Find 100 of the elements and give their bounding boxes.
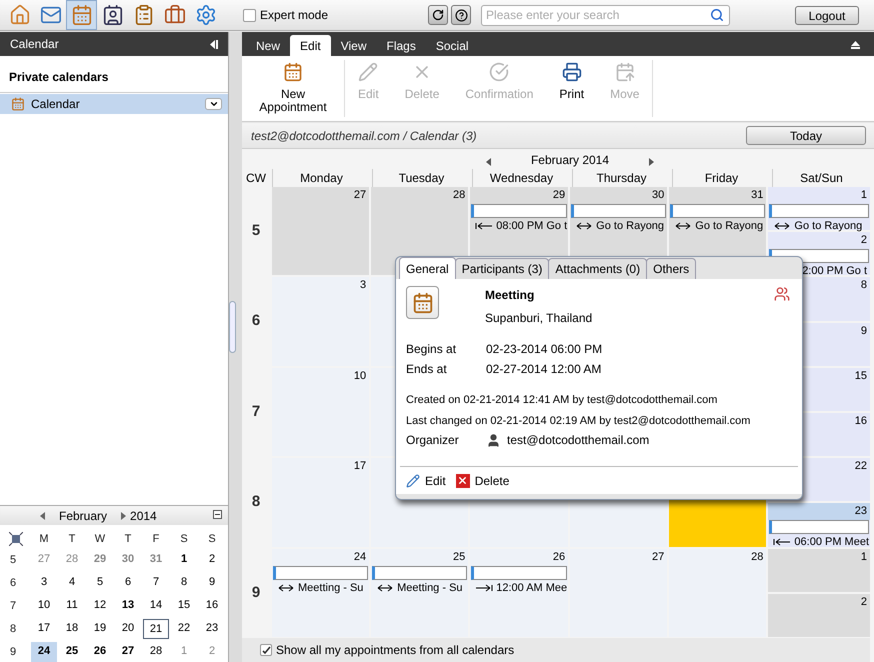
mini-calendar-day[interactable]: 19 [87,619,113,639]
new-icon [283,62,303,82]
weekday-label: S [179,532,189,547]
show-all-checkbox[interactable] [260,644,272,656]
popup-tab[interactable]: Attachments (0) [548,258,648,279]
collapse-ribbon-icon[interactable] [851,41,860,49]
mini-calendar-day[interactable]: 24 [31,642,57,662]
ribbon-tab[interactable]: Edit [290,35,331,56]
logout-button[interactable]: Logout [795,6,859,24]
mini-calendar-day[interactable]: 28 [143,642,169,662]
edit-button[interactable]: Edit [406,472,446,490]
event-title[interactable]: Go to Rayong [596,218,664,234]
mini-calendar-day[interactable]: 2 [199,642,225,662]
mini-calendar-day[interactable]: 27 [115,642,141,662]
event-bar[interactable] [273,566,368,580]
participants-icon[interactable] [774,286,790,302]
mini-calendar-day[interactable]: 13 [115,596,141,616]
mini-calendar-day[interactable]: 7 [143,573,169,593]
mini-calendar-day[interactable]: 29 [87,550,113,570]
event-bar[interactable] [372,566,468,580]
weekday-label: M [38,532,50,547]
mini-calendar-day[interactable]: 26 [87,642,113,662]
ribbon-tab[interactable]: View [330,35,376,56]
mini-calendar-day[interactable]: 31 [143,550,169,570]
popup-tab[interactable]: Others [646,258,696,279]
toolbar-button[interactable]: Print [546,56,598,121]
event-title[interactable]: Go to Rayong [695,218,764,234]
expand-icon[interactable] [9,532,23,546]
toolbar-button[interactable]: New Appointment [242,56,344,121]
day-cell[interactable]: 17 [272,458,370,547]
field-value: 02-23-2014 06:00 PM [486,341,604,358]
mini-calendar-day[interactable]: 18 [59,619,85,639]
day-cell[interactable]: 27 [570,548,668,637]
day-cell[interactable]: 28 [669,548,766,637]
day-cell[interactable]: 1 [768,548,870,592]
next-month-icon[interactable] [121,512,126,520]
mini-calendar-day[interactable]: 6 [115,573,141,593]
mini-calendar-day[interactable]: 28 [59,550,85,570]
day-cell[interactable]: 10 [272,368,370,456]
expert-mode-checkbox[interactable] [243,8,256,22]
mini-calendar-day[interactable]: 1 [171,550,197,570]
mini-calendar-day[interactable]: 4 [59,573,85,593]
mini-calendar-day[interactable]: 1 [171,642,197,662]
mini-calendar-day[interactable]: 17 [31,619,57,639]
mini-calendar-day[interactable]: 15 [171,596,197,616]
event-bar[interactable] [670,204,766,218]
mini-calendar-day[interactable]: 11 [59,596,85,616]
day-cell[interactable]: 3 [272,277,370,366]
event-title[interactable]: Meetting - Su [298,580,364,596]
mini-calendar-day[interactable]: 27 [31,550,57,570]
search-icon[interactable] [710,8,724,22]
mini-calendar-day[interactable]: 5 [87,573,113,593]
mini-calendar-day[interactable]: 20 [115,619,141,639]
calendar-item[interactable]: Calendar [0,94,228,114]
event-title[interactable]: 12:00 AM Mee [496,580,568,596]
today-button[interactable]: Today [746,126,866,145]
event-title[interactable]: Meetting - Su [397,580,463,596]
mini-calendar-day[interactable]: 14 [143,596,169,616]
previous-month-icon[interactable] [486,158,491,166]
event-bar[interactable] [769,520,869,534]
mini-calendar-day[interactable]: 10 [31,596,57,616]
ribbon-tab[interactable]: New [246,35,290,56]
mini-calendar-day[interactable]: 9 [199,573,225,593]
ribbon-tab[interactable]: Social [426,35,479,56]
mini-calendar-day[interactable]: 25 [59,642,85,662]
popup-tab[interactable]: General [399,257,456,279]
collapse-icon[interactable] [210,40,218,48]
day-cell[interactable]: 23 06:00 PM Meet [768,503,870,547]
mini-calendar-day[interactable]: 21 [143,619,169,639]
event-bar[interactable] [571,204,666,218]
day-cell[interactable]: 25 Meetting - Su [371,548,468,637]
day-cell[interactable]: 24 Meetting - Su [272,548,370,637]
mini-calendar-day[interactable]: 16 [199,596,225,616]
mini-calendar-day[interactable]: 2 [199,550,225,570]
previous-month-icon[interactable] [40,512,45,520]
splitter-handle[interactable] [229,301,236,353]
mini-calendar-day[interactable]: 22 [171,619,197,639]
event-bar[interactable] [471,566,568,580]
mini-calendar-day[interactable]: 23 [199,619,225,639]
help-button[interactable] [451,5,472,25]
event-bar[interactable] [769,204,869,218]
dropdown-button[interactable] [205,98,222,110]
day-cell[interactable]: 26 12:00 AM Mee [470,548,568,637]
mini-calendar-day[interactable]: 3 [31,573,57,593]
edit-icon [406,474,420,488]
day-cell[interactable]: 27 [272,187,370,276]
event-bar[interactable] [471,204,568,218]
mini-calendar-day[interactable]: 8 [171,573,197,593]
next-month-icon[interactable] [649,158,654,166]
day-cell[interactable]: 1 Go to Rayong [768,187,870,230]
mini-calendar-day[interactable]: 12 [87,596,113,616]
event-title[interactable]: 08:00 PM Go t [496,218,568,234]
delete-button[interactable]: Delete [456,472,510,490]
collapse-icon[interactable] [213,510,222,519]
mini-calendar-day[interactable]: 30 [115,550,141,570]
ribbon-tab[interactable]: Flags [376,35,426,56]
day-cell[interactable]: 2 [768,594,870,637]
refresh-button[interactable] [428,5,448,25]
popup-tab[interactable]: Participants (3) [454,258,550,279]
search-field[interactable]: Please enter your search [481,4,730,26]
